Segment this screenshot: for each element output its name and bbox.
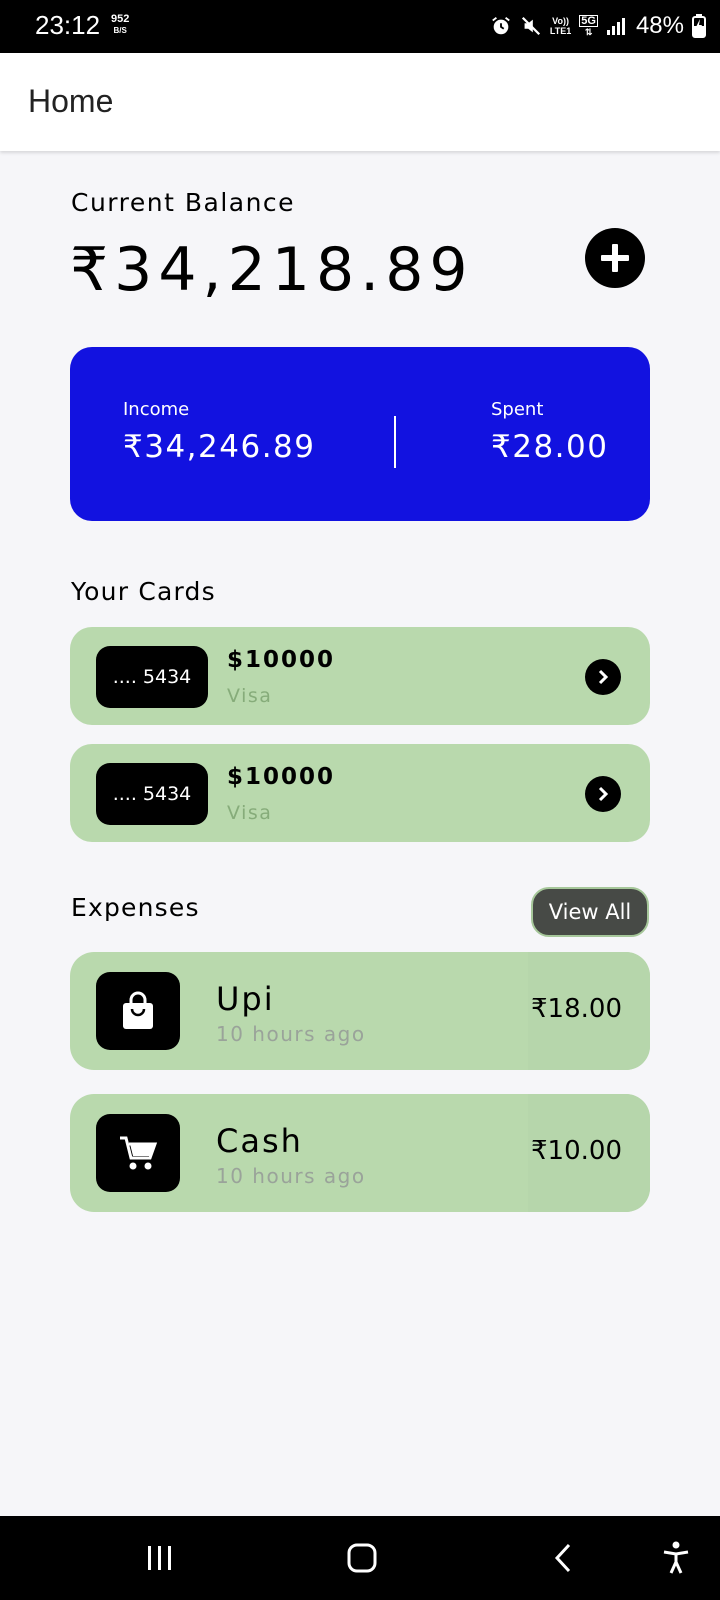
network-speed: 952 B/S [111, 14, 129, 36]
view-all-button[interactable]: View All [531, 887, 649, 937]
page-title: Home [28, 83, 114, 119]
system-nav-bar [0, 1516, 720, 1600]
spent-label: Spent [491, 399, 544, 420]
income-value: ₹34,246.89 [123, 429, 316, 465]
cards-section-title: Your Cards [71, 577, 216, 606]
expense-amount-area: ₹18.00 [528, 952, 650, 1070]
card-number-chip: .... 5434 [96, 646, 208, 708]
network-5g-indicator: 5G ⇅ [579, 15, 598, 37]
card-item[interactable]: .... 5434 $10000 Visa [70, 744, 650, 842]
network-gen-label: 5G [579, 15, 598, 27]
card-number-chip: .... 5434 [96, 763, 208, 825]
expense-name: Cash [216, 1122, 303, 1160]
balance-label: Current Balance [71, 188, 296, 217]
card-type: Visa [227, 685, 273, 707]
expense-amount: ₹18.00 [531, 994, 622, 1024]
lte-label: LTE1 [549, 26, 572, 36]
expense-name: Upi [216, 980, 275, 1018]
app-bar: Home [0, 53, 720, 151]
income-label: Income [123, 399, 190, 420]
network-speed-value: 952 [111, 13, 130, 25]
home-icon [347, 1543, 377, 1573]
expense-item[interactable]: Cash 10 hours ago ₹10.00 [70, 1094, 650, 1212]
back-icon [554, 1543, 571, 1573]
home-button[interactable] [340, 1538, 384, 1578]
summary-divider [394, 416, 396, 468]
card-open-button[interactable] [585, 776, 621, 812]
expense-amount-area: ₹10.00 [528, 1094, 650, 1212]
expense-icon-box [96, 1114, 180, 1192]
plus-icon [601, 244, 629, 272]
battery-icon [692, 14, 706, 38]
add-button[interactable] [585, 228, 645, 288]
volte-label: Vo)) [552, 16, 569, 26]
chevron-right-icon [598, 786, 609, 802]
back-button[interactable] [541, 1538, 585, 1578]
chevron-right-icon [598, 669, 609, 685]
card-item[interactable]: .... 5434 $10000 Visa [70, 627, 650, 725]
card-amount: $10000 [227, 764, 336, 790]
volte-indicator: Vo)) LTE1 [550, 16, 571, 36]
mute-icon [520, 15, 542, 37]
income-spent-summary: Income ₹34,246.89 Spent ₹28.00 [70, 347, 650, 521]
balance-value: ₹34,218.89 [70, 235, 474, 305]
accessibility-button[interactable] [654, 1538, 698, 1578]
cart-icon [120, 1136, 158, 1170]
card-type: Visa [227, 802, 273, 824]
card-open-button[interactable] [585, 659, 621, 695]
signal-icon [606, 15, 628, 37]
expense-time: 10 hours ago [216, 1022, 366, 1046]
recent-apps-button[interactable] [138, 1538, 182, 1578]
spent-value: ₹28.00 [491, 429, 609, 465]
expenses-section-title: Expenses [71, 893, 200, 922]
status-icons: Vo)) LTE1 5G ⇅ 48% [490, 10, 706, 42]
card-amount: $10000 [227, 647, 336, 673]
battery-level: 48% [635, 12, 684, 39]
expense-time: 10 hours ago [216, 1164, 366, 1188]
expense-amount: ₹10.00 [531, 1136, 622, 1166]
recent-apps-icon [148, 1546, 171, 1570]
status-time: 23:12 [35, 10, 101, 40]
alarm-icon [490, 15, 512, 37]
status-bar: 23:12 952 B/S Vo)) LTE1 5G ⇅ 48% [0, 0, 720, 53]
network-speed-unit: B/S [113, 26, 127, 35]
accessibility-icon [663, 1541, 689, 1574]
shopping-bag-icon [123, 991, 153, 1029]
expense-icon-box [96, 972, 180, 1050]
expense-item[interactable]: Upi 10 hours ago ₹18.00 [70, 952, 650, 1070]
